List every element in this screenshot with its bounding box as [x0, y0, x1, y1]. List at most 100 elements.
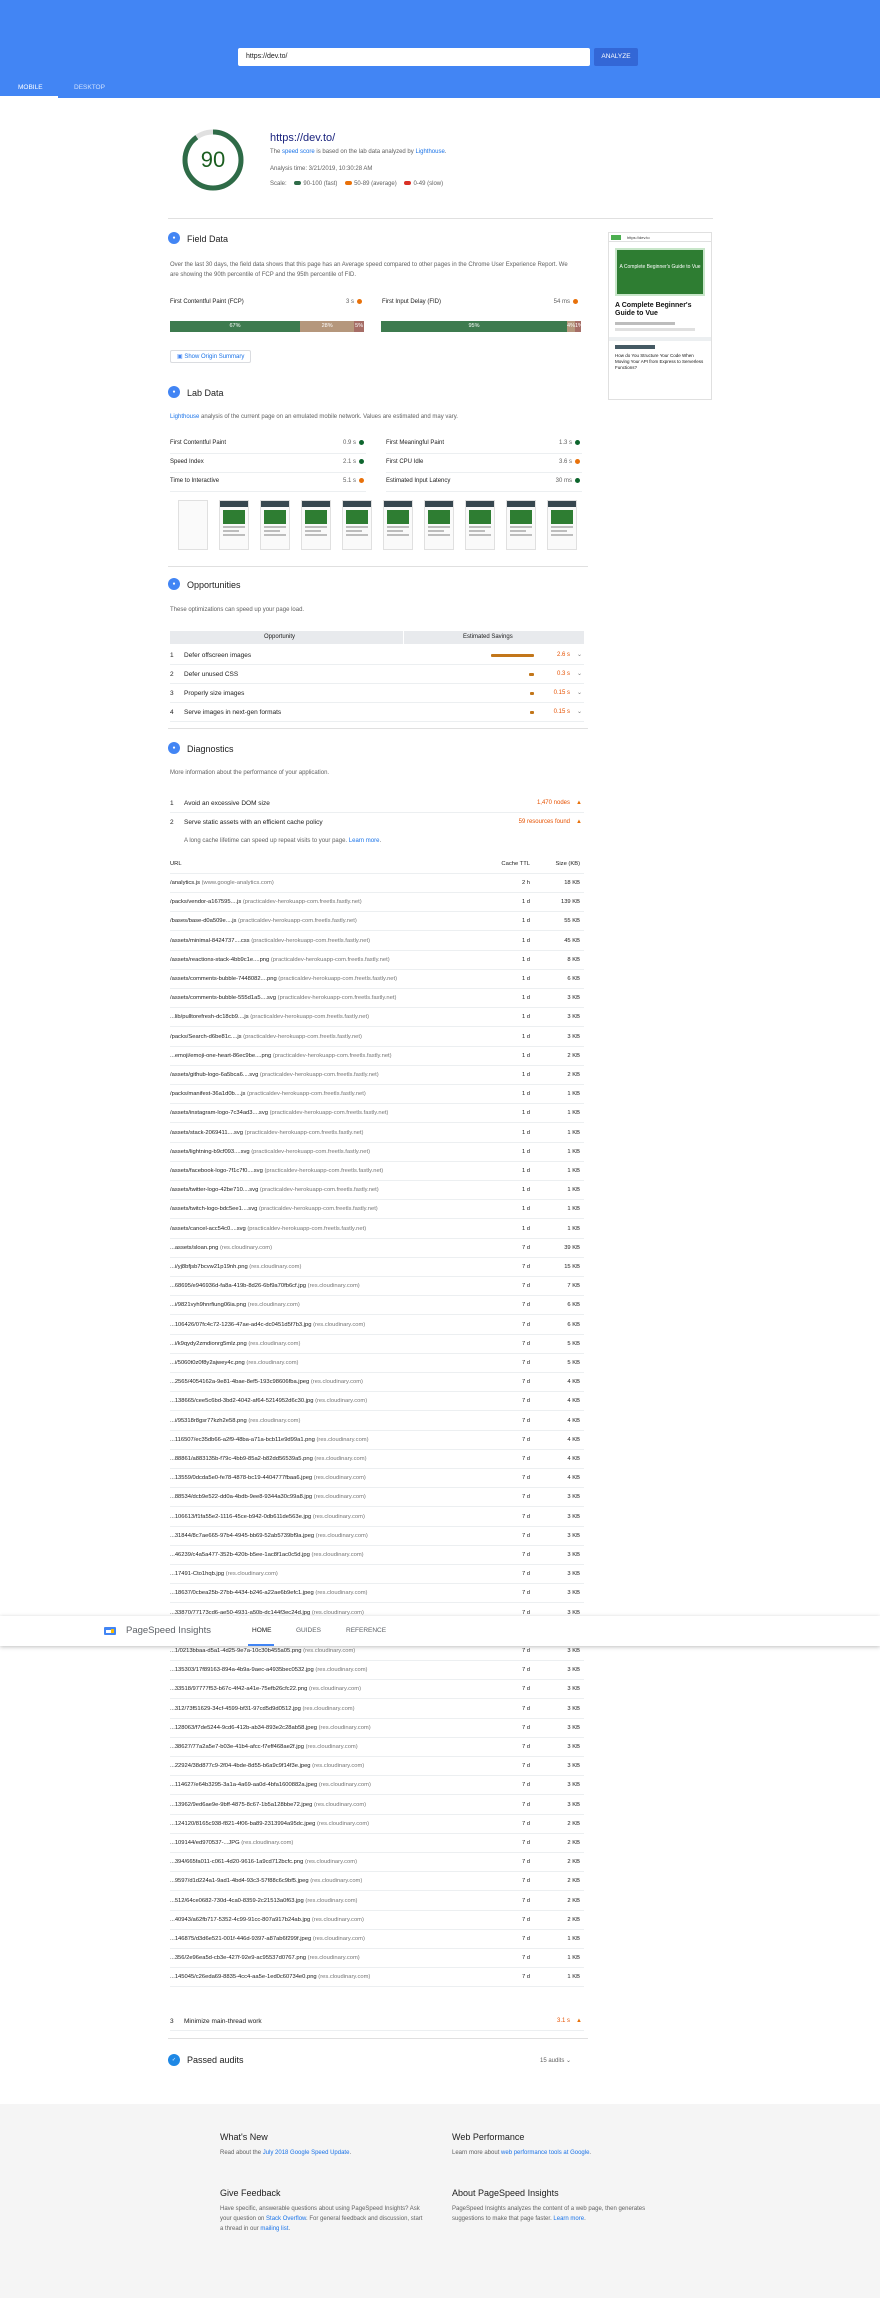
resource-url[interactable]: ...106426/07fc4c72-1236-47ae-ad4c-dc0451… [170, 1316, 365, 1335]
resource-url[interactable]: ...114627/e64b3295-3a1a-4a69-aa0d-4bfa16… [170, 1776, 371, 1795]
resource-size: 3 KB [567, 1705, 580, 1712]
resource-url[interactable]: ...2565/4054162a-9e81-4bae-8ef5-193c9860… [170, 1373, 363, 1392]
resource-url[interactable]: ...i/k9qydy2zmdionrg5mlz.png (res.cloudi… [170, 1335, 300, 1354]
diagnostic-item[interactable]: 3 Minimize main-thread work 3.1 s ▲ [170, 2012, 584, 2031]
lighthouse-link[interactable]: Lighthouse [415, 149, 444, 155]
resource-url[interactable]: /assets/github-logo-6a5bca6....svg (prac… [170, 1066, 379, 1085]
resource-url[interactable]: ...135303/17f89163-894a-4b9a-9aec-a4935b… [170, 1661, 367, 1680]
resource-size: 1 KB [567, 1168, 580, 1174]
resource-url[interactable]: ...33518/97777f53-b67c-4f42-a41e-75efb26… [170, 1680, 361, 1699]
learn-more-link[interactable]: Learn more [349, 838, 380, 844]
resource-url[interactable]: ...13559/0dcda5e0-fe78-4878-bc19-4404777… [170, 1469, 366, 1488]
speed-score-link[interactable]: speed score [282, 149, 315, 155]
nav-home[interactable]: HOME [252, 1627, 272, 1634]
opportunity-item[interactable]: 4 Serve images in next-gen formats 0.15 s ⌄ [170, 703, 584, 722]
resource-url[interactable]: ...88861/a883135b-f79c-4bb9-85a2-b82dd56… [170, 1450, 367, 1469]
resource-url[interactable]: ...68695/e946936d-fa8a-419b-8d26-6bf9a70… [170, 1277, 360, 1296]
opportunity-item[interactable]: 2 Defer unused CSS 0.3 s ⌄ [170, 665, 584, 684]
resource-url[interactable]: /analytics.js (www.google-analytics.com) [170, 874, 274, 893]
resource-url[interactable]: /assets/minimal-8424737....css (practica… [170, 932, 370, 951]
resource-url[interactable]: ...356/2e96ea5d-cb3e-427f-92e9-ac95537d0… [170, 1949, 360, 1968]
mailing-list-link[interactable]: mailing list [260, 2226, 288, 2232]
speed-update-link[interactable]: July 2018 Google Speed Update [263, 2150, 350, 2156]
analyze-button[interactable]: ANALYZE [594, 48, 638, 66]
table-row: ...114627/e64b3295-3a1a-4a69-aa0d-4bfa16… [170, 1776, 584, 1796]
resource-url[interactable]: ...138665/cee5c6bd-3bd2-4042-af64-521495… [170, 1392, 367, 1411]
brand-name[interactable]: PageSpeed Insights [126, 1625, 211, 1636]
resource-url[interactable]: ...31844/8c7ae665-97b4-4945-bb69-52ab573… [170, 1527, 368, 1546]
table-row: ...2565/4054162a-9e81-4bae-8ef5-193c9860… [170, 1373, 584, 1393]
divider [386, 453, 582, 454]
fid-value: 54 ms [530, 299, 578, 305]
resource-url[interactable]: ...38627/77a2a5e7-b03e-41b4-afcc-f7eff46… [170, 1738, 358, 1757]
diagnostic-item[interactable]: 1 Avoid an excessive DOM size 1,470 node… [170, 794, 584, 813]
resource-url[interactable]: ...18637/0cbea25b-27bb-4434-b246-a22ae6b… [170, 1584, 367, 1603]
nav-reference[interactable]: REFERENCE [346, 1627, 386, 1634]
resource-url[interactable]: ...145045/c26eda69-8835-4cc4-aa5e-1ed0c6… [170, 1968, 370, 1987]
resource-url[interactable]: ...13962/9ed6ae9e-9bff-4875-8c67-1b5a128… [170, 1796, 366, 1815]
resource-url[interactable]: ...40943/a62fb717-5352-4c99-91cc-807a917… [170, 1911, 364, 1930]
passed-audits-count[interactable]: 15 audits ⌄ [540, 2056, 571, 2066]
opportunity-item[interactable]: 3 Properly size images 0.15 s ⌄ [170, 684, 584, 703]
resource-url[interactable]: /packs/vendor-a167595....js (practicalde… [170, 893, 362, 912]
resource-url[interactable]: /packs/Search-d6be81c....js (practicalde… [170, 1028, 362, 1047]
resource-url[interactable]: /assets/reactions-stack-4bb9c1e....png (… [170, 951, 390, 970]
opportunity-item[interactable]: 1 Defer offscreen images 2.6 s ⌄ [170, 646, 584, 665]
url-column-header: URL [170, 861, 182, 867]
url-input[interactable]: https://dev.to/ [238, 48, 590, 66]
passed-audits-title[interactable]: Passed audits [187, 2055, 244, 2065]
average-legend-icon [345, 181, 353, 186]
cache-ttl: 1 d [521, 899, 530, 906]
resource-url[interactable]: ...emoji/emoji-one-heart-86ec9be....png … [170, 1047, 392, 1066]
resource-url[interactable]: ...146875/d3d6e521-001f-446d-9397-a87ab6… [170, 1930, 365, 1949]
resource-url[interactable]: ...i/9821vyh9hnrfiung06ia.png (res.cloud… [170, 1296, 300, 1315]
resource-url[interactable]: /assets/lightning-b9cf093....svg (practi… [170, 1143, 370, 1162]
resource-url[interactable]: ...17491-Cto1hqb.jpg (res.cloudinary.com… [170, 1565, 278, 1584]
resource-url[interactable]: /assets/comments-bubble-7448082....png (… [170, 970, 397, 989]
fid-label: First Input Delay (FID) [382, 299, 442, 305]
fid-distribution-bar: 95% 4% 1% [381, 321, 583, 332]
resource-url[interactable]: ...9597/d1d224a1-9ad1-4bd4-93c3-57f88c6c… [170, 1872, 362, 1891]
resource-url[interactable]: /packs/manifest-36a1d0b....js (practical… [170, 1085, 366, 1104]
show-origin-summary-button[interactable]: ▣ Show Origin Summary [170, 350, 252, 363]
resource-url[interactable]: ...i/95318r8gsr77kzh2e58.png (res.cloudi… [170, 1412, 300, 1431]
resource-url[interactable]: ...i/yj8bfjsb7bcvw21p19nh.png (res.cloud… [170, 1258, 301, 1277]
nav-guides[interactable]: GUIDES [296, 1627, 321, 1634]
resource-url[interactable]: ...512/64ce0682-730d-4ca0-8359-2c21513a0… [170, 1892, 357, 1911]
web-perf-tools-link[interactable]: web performance tools at Google [501, 2150, 589, 2156]
resource-url[interactable]: /assets/twitch-logo-bdc5ee1....svg (prac… [170, 1200, 378, 1219]
resource-url[interactable]: ...124120/8165c938-f821-4f06-ba89-231399… [170, 1815, 369, 1834]
resource-url[interactable]: /assets/cancel-acc54c0....svg (practical… [170, 1220, 366, 1239]
resource-url[interactable]: /assets/instagram-logo-7c34ad3....svg (p… [170, 1104, 388, 1123]
resource-url[interactable]: /assets/facebook-logo-7f1c7f0....svg (pr… [170, 1162, 383, 1181]
opportunity-label: Defer unused CSS [184, 671, 239, 678]
diagnostic-item-expanded[interactable]: 2 Serve static assets with an efficient … [170, 813, 584, 832]
resource-url[interactable]: ...i/5060t0z0f8y2ajwey4c.png (res.cloudi… [170, 1354, 298, 1373]
cache-ttl: 1 d [521, 1072, 530, 1078]
resource-size: 4 KB [567, 1398, 580, 1405]
resource-url[interactable]: /assets/comments-bubble-555d1a5....svg (… [170, 989, 396, 1008]
resource-url[interactable]: ...88534/dcb9e522-dd0a-4bdb-9ee8-9344a30… [170, 1488, 366, 1507]
resource-url[interactable]: ...lib/pulltorefresh-dc18cb9....js (prac… [170, 1008, 369, 1027]
stack-overflow-link[interactable]: Stack Overflow [266, 2216, 306, 2222]
cache-ttl: 1 d [521, 1052, 530, 1059]
tab-mobile[interactable]: MOBILE [18, 84, 43, 91]
lighthouse-link[interactable]: Lighthouse [170, 414, 199, 420]
resource-url[interactable]: ...116507/ec35db66-a2f9-48ba-a71a-bcb11e… [170, 1431, 369, 1450]
about-learn-more-link[interactable]: Learn more [553, 2216, 584, 2222]
tab-desktop[interactable]: DESKTOP [74, 84, 105, 91]
resource-url[interactable]: /assets/stack-2069411....svg (practicald… [170, 1124, 363, 1143]
resource-url[interactable]: ...46239/c4a5a477-352b-420b-b5ee-1ac8f1a… [170, 1546, 364, 1565]
resource-size: 3 KB [567, 1494, 580, 1501]
resource-url[interactable]: ...assets/sloan.png (res.cloudinary.com) [170, 1239, 272, 1258]
resource-url[interactable]: /bases/base-d0a509e....js (practicaldev-… [170, 912, 357, 931]
give-feedback-text: Have specific, answerable questions abou… [220, 2206, 423, 2232]
resource-url[interactable]: ...106613/f1fa55e2-1116-45ce-b942-0db611… [170, 1508, 365, 1527]
resource-url[interactable]: ...394/665fa011-c061-4d20-9616-1a9cd712b… [170, 1853, 357, 1872]
resource-url[interactable]: ...109144/ed970537-...JPG (res.cloudinar… [170, 1834, 293, 1853]
resource-url[interactable]: ...128063/f7de5244-9cd6-412b-ab34-893e2c… [170, 1719, 371, 1738]
resource-url[interactable]: /assets/twitter-logo-42be710....svg (pra… [170, 1181, 379, 1200]
resource-url[interactable]: ...312/73f51629-34cf-4599-bf31-97cd5d9d0… [170, 1700, 355, 1719]
resource-url[interactable]: ...22924/38d877c9-2f04-4bde-8d55-b6a9c9f… [170, 1757, 364, 1776]
cache-ttl: 7 d [521, 1571, 530, 1578]
